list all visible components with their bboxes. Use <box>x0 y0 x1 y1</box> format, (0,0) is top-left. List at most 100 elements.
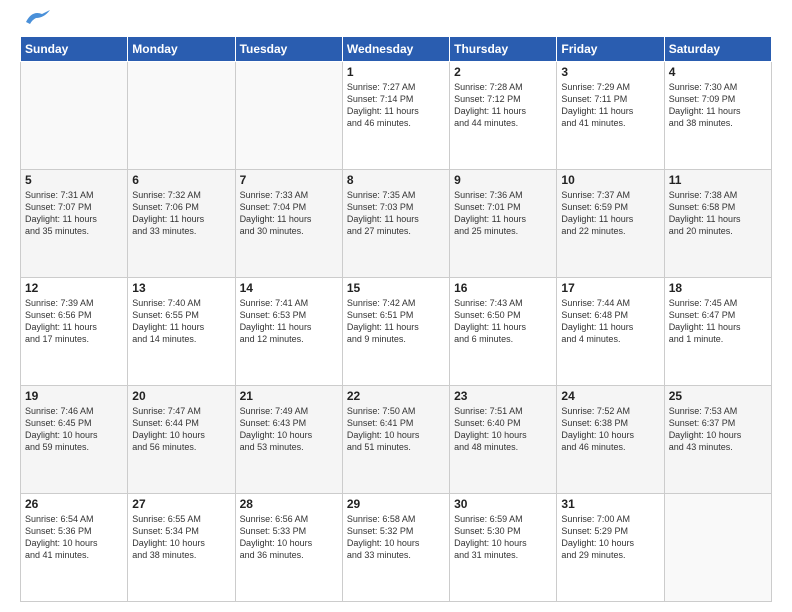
day-info: Sunrise: 7:35 AM Sunset: 7:03 PM Dayligh… <box>347 189 445 238</box>
day-number: 4 <box>669 65 767 79</box>
weekday-header-sunday: Sunday <box>21 37 128 62</box>
day-info: Sunrise: 7:45 AM Sunset: 6:47 PM Dayligh… <box>669 297 767 346</box>
day-number: 31 <box>561 497 659 511</box>
header <box>20 16 772 26</box>
day-info: Sunrise: 7:50 AM Sunset: 6:41 PM Dayligh… <box>347 405 445 454</box>
day-number: 27 <box>132 497 230 511</box>
calendar-cell: 27 Sunrise: 6:55 AM Sunset: 5:34 PM Dayli… <box>128 494 235 602</box>
day-info: Sunrise: 7:42 AM Sunset: 6:51 PM Dayligh… <box>347 297 445 346</box>
page: SundayMondayTuesdayWednesdayThursdayFrid… <box>0 0 792 612</box>
day-info: Sunrise: 7:40 AM Sunset: 6:55 PM Dayligh… <box>132 297 230 346</box>
logo-bird-icon <box>22 8 50 26</box>
calendar-cell: 21 Sunrise: 7:49 AM Sunset: 6:43 PM Dayli… <box>235 386 342 494</box>
calendar-cell: 31 Sunrise: 7:00 AM Sunset: 5:29 PM Dayli… <box>557 494 664 602</box>
day-info: Sunrise: 6:56 AM Sunset: 5:33 PM Dayligh… <box>240 513 338 562</box>
calendar-cell: 18 Sunrise: 7:45 AM Sunset: 6:47 PM Dayli… <box>664 278 771 386</box>
calendar-cell: 25 Sunrise: 7:53 AM Sunset: 6:37 PM Dayli… <box>664 386 771 494</box>
weekday-header-row: SundayMondayTuesdayWednesdayThursdayFrid… <box>21 37 772 62</box>
day-number: 12 <box>25 281 123 295</box>
day-number: 25 <box>669 389 767 403</box>
calendar-cell: 12Sunrise: 7:39 AM Sunset: 6:56 PM Dayli… <box>21 278 128 386</box>
day-number: 20 <box>132 389 230 403</box>
calendar-cell: 19 Sunrise: 7:46 AM Sunset: 6:45 PM Dayli… <box>21 386 128 494</box>
calendar-cell: 17 Sunrise: 7:44 AM Sunset: 6:48 PM Dayli… <box>557 278 664 386</box>
weekday-header-wednesday: Wednesday <box>342 37 449 62</box>
day-info: Sunrise: 7:28 AM Sunset: 7:12 PM Dayligh… <box>454 81 552 130</box>
day-number: 19 <box>25 389 123 403</box>
day-info: Sunrise: 6:55 AM Sunset: 5:34 PM Dayligh… <box>132 513 230 562</box>
day-number: 24 <box>561 389 659 403</box>
calendar-cell: 11 Sunrise: 7:38 AM Sunset: 6:58 PM Dayli… <box>664 170 771 278</box>
day-info: Sunrise: 7:51 AM Sunset: 6:40 PM Dayligh… <box>454 405 552 454</box>
calendar-cell: 5 Sunrise: 7:31 AM Sunset: 7:07 PM Daylig… <box>21 170 128 278</box>
day-info: Sunrise: 7:31 AM Sunset: 7:07 PM Dayligh… <box>25 189 123 238</box>
day-number: 17 <box>561 281 659 295</box>
day-number: 22 <box>347 389 445 403</box>
day-info: Sunrise: 7:47 AM Sunset: 6:44 PM Dayligh… <box>132 405 230 454</box>
week-row-2: 12Sunrise: 7:39 AM Sunset: 6:56 PM Dayli… <box>21 278 772 386</box>
calendar-cell <box>21 62 128 170</box>
day-info: Sunrise: 7:37 AM Sunset: 6:59 PM Dayligh… <box>561 189 659 238</box>
day-info: Sunrise: 7:36 AM Sunset: 7:01 PM Dayligh… <box>454 189 552 238</box>
day-number: 29 <box>347 497 445 511</box>
day-number: 28 <box>240 497 338 511</box>
day-number: 21 <box>240 389 338 403</box>
calendar-cell: 3 Sunrise: 7:29 AM Sunset: 7:11 PM Daylig… <box>557 62 664 170</box>
day-number: 18 <box>669 281 767 295</box>
day-info: Sunrise: 7:53 AM Sunset: 6:37 PM Dayligh… <box>669 405 767 454</box>
weekday-header-tuesday: Tuesday <box>235 37 342 62</box>
day-info: Sunrise: 7:52 AM Sunset: 6:38 PM Dayligh… <box>561 405 659 454</box>
day-info: Sunrise: 6:59 AM Sunset: 5:30 PM Dayligh… <box>454 513 552 562</box>
week-row-3: 19 Sunrise: 7:46 AM Sunset: 6:45 PM Dayli… <box>21 386 772 494</box>
calendar-cell: 9 Sunrise: 7:36 AM Sunset: 7:01 PM Daylig… <box>450 170 557 278</box>
calendar-cell: 22 Sunrise: 7:50 AM Sunset: 6:41 PM Dayli… <box>342 386 449 494</box>
day-info: Sunrise: 7:46 AM Sunset: 6:45 PM Dayligh… <box>25 405 123 454</box>
day-info: Sunrise: 7:49 AM Sunset: 6:43 PM Dayligh… <box>240 405 338 454</box>
calendar-cell: 24 Sunrise: 7:52 AM Sunset: 6:38 PM Dayli… <box>557 386 664 494</box>
day-number: 6 <box>132 173 230 187</box>
week-row-0: 1Sunrise: 7:27 AM Sunset: 7:14 PM Daylig… <box>21 62 772 170</box>
day-number: 9 <box>454 173 552 187</box>
calendar-cell: 6Sunrise: 7:32 AM Sunset: 7:06 PM Daylig… <box>128 170 235 278</box>
day-info: Sunrise: 7:38 AM Sunset: 6:58 PM Dayligh… <box>669 189 767 238</box>
day-info: Sunrise: 7:29 AM Sunset: 7:11 PM Dayligh… <box>561 81 659 130</box>
calendar-cell: 2Sunrise: 7:28 AM Sunset: 7:12 PM Daylig… <box>450 62 557 170</box>
calendar-cell: 7Sunrise: 7:33 AM Sunset: 7:04 PM Daylig… <box>235 170 342 278</box>
day-info: Sunrise: 7:00 AM Sunset: 5:29 PM Dayligh… <box>561 513 659 562</box>
day-info: Sunrise: 7:43 AM Sunset: 6:50 PM Dayligh… <box>454 297 552 346</box>
calendar-cell <box>235 62 342 170</box>
day-number: 14 <box>240 281 338 295</box>
calendar-cell: 10 Sunrise: 7:37 AM Sunset: 6:59 PM Dayli… <box>557 170 664 278</box>
day-number: 11 <box>669 173 767 187</box>
day-info: Sunrise: 7:27 AM Sunset: 7:14 PM Dayligh… <box>347 81 445 130</box>
calendar-cell: 30 Sunrise: 6:59 AM Sunset: 5:30 PM Dayli… <box>450 494 557 602</box>
day-info: Sunrise: 7:44 AM Sunset: 6:48 PM Dayligh… <box>561 297 659 346</box>
day-number: 3 <box>561 65 659 79</box>
calendar-cell <box>664 494 771 602</box>
calendar-cell: 8 Sunrise: 7:35 AM Sunset: 7:03 PM Daylig… <box>342 170 449 278</box>
calendar-cell: 4 Sunrise: 7:30 AM Sunset: 7:09 PM Daylig… <box>664 62 771 170</box>
week-row-4: 26 Sunrise: 6:54 AM Sunset: 5:36 PM Dayli… <box>21 494 772 602</box>
day-info: Sunrise: 6:54 AM Sunset: 5:36 PM Dayligh… <box>25 513 123 562</box>
day-number: 23 <box>454 389 552 403</box>
calendar-cell: 29Sunrise: 6:58 AM Sunset: 5:32 PM Dayli… <box>342 494 449 602</box>
day-number: 5 <box>25 173 123 187</box>
calendar-cell: 1Sunrise: 7:27 AM Sunset: 7:14 PM Daylig… <box>342 62 449 170</box>
calendar-cell: 15Sunrise: 7:42 AM Sunset: 6:51 PM Dayli… <box>342 278 449 386</box>
weekday-header-thursday: Thursday <box>450 37 557 62</box>
calendar-cell: 16Sunrise: 7:43 AM Sunset: 6:50 PM Dayli… <box>450 278 557 386</box>
calendar-cell: 14 Sunrise: 7:41 AM Sunset: 6:53 PM Dayli… <box>235 278 342 386</box>
day-info: Sunrise: 7:30 AM Sunset: 7:09 PM Dayligh… <box>669 81 767 130</box>
day-number: 10 <box>561 173 659 187</box>
calendar-cell <box>128 62 235 170</box>
logo <box>20 16 50 26</box>
calendar-table: SundayMondayTuesdayWednesdayThursdayFrid… <box>20 36 772 602</box>
day-number: 26 <box>25 497 123 511</box>
day-number: 8 <box>347 173 445 187</box>
day-number: 30 <box>454 497 552 511</box>
day-info: Sunrise: 7:41 AM Sunset: 6:53 PM Dayligh… <box>240 297 338 346</box>
weekday-header-saturday: Saturday <box>664 37 771 62</box>
day-number: 7 <box>240 173 338 187</box>
day-number: 13 <box>132 281 230 295</box>
week-row-1: 5 Sunrise: 7:31 AM Sunset: 7:07 PM Daylig… <box>21 170 772 278</box>
